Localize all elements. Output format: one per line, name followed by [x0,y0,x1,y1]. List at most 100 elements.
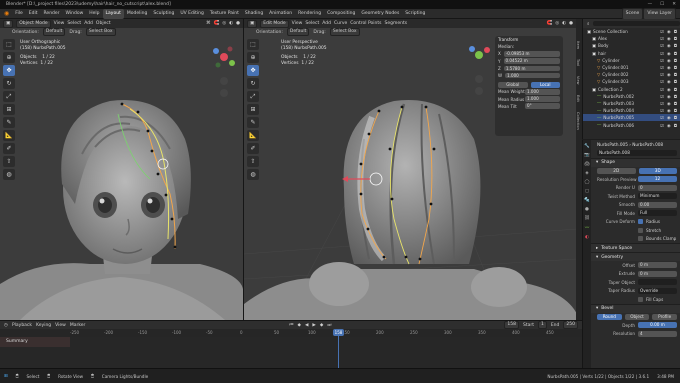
outliner-row[interactable]: 〰 NurbsPath.004 ☑ ◉ ◘ [583,107,680,114]
extrude-tool-icon[interactable]: ⇧ [3,156,15,167]
z-field[interactable]: 1.5780 m [503,65,560,72]
eye-icon[interactable]: ◉ [667,123,671,128]
smooth-field[interactable]: 0.00 [638,201,677,208]
bevel-object-toggle[interactable]: Object [624,313,650,320]
outliner-row[interactable]: ▣ Collection 2 ☑ ◉ ◘ [583,86,680,93]
radius-tool-icon[interactable]: ◍ [3,169,15,180]
draw-tool-icon[interactable]: ✐ [3,143,15,154]
playhead-frame-badge[interactable]: 158 [333,329,344,336]
dimension-2d-toggle[interactable]: 2D [597,167,636,174]
tab-item[interactable]: Item [576,41,580,49]
tab-edit[interactable]: Edit [576,95,580,102]
render-u-field[interactable]: 0 [638,184,677,191]
eye-icon[interactable]: ◉ [667,115,671,120]
camera-icon[interactable]: ◘ [674,51,677,56]
global-toggle[interactable]: Global [498,81,528,88]
eye-icon[interactable]: ◉ [667,51,671,56]
current-frame-field[interactable]: 158 [504,321,519,329]
editor-type-button-right[interactable]: ▣ [247,19,258,28]
radius-checkbox[interactable] [638,219,643,225]
outliner-row[interactable]: ▣ hair ☑ ◉ ◘ [583,50,680,57]
end-frame-field[interactable]: 250 [563,321,578,329]
tab-rendering[interactable]: Rendering [295,9,324,19]
radius-tool-icon-right[interactable]: ◍ [247,169,259,180]
radius-field[interactable]: 1.000 [525,96,560,102]
checkbox-icon[interactable]: ☑ [660,101,664,106]
outliner-row[interactable]: ▽ Cylinder.001 ☑ ◉ ◘ [583,64,680,71]
menu-select[interactable]: Select [67,21,81,26]
scale-tool-icon-right[interactable]: ⤢ [247,91,259,102]
chevron-down-icon[interactable]: ▾ [596,160,598,165]
overlay-toggle-icon-right[interactable]: ◐ [562,21,566,26]
snap-icon[interactable]: 🧲 [214,21,220,26]
menu-window[interactable]: Window [63,9,87,19]
resolution-field[interactable]: 4 [638,330,677,337]
outliner-row[interactable]: ▽ Cylinder.002 ☑ ◉ ◘ [583,71,680,78]
camera-icon[interactable]: ◘ [674,43,677,48]
annotate-tool-icon-right[interactable]: ✎ [247,117,259,128]
timeline-ruler[interactable]: -250 -200 -150 -100 -50 0 50 100 150 200 250 300 350… [0,329,582,337]
outliner-row[interactable]: ▣ Scene Collection ☑ ◉ ◘ [583,28,680,35]
transform-tool-icon[interactable]: ⊞ [3,104,15,115]
output-props-icon[interactable]: 🖨 [584,162,590,167]
timeline-editor[interactable]: ◷ Playback Keying View Marker ⏮ ◆ ◀ ▶ ◆ … [0,320,582,369]
tab-compositing[interactable]: Compositing [324,9,358,19]
menu-marker[interactable]: Marker [70,323,86,328]
orientation-dropdown-right[interactable]: Default [286,28,310,36]
eye-icon[interactable]: ◉ [667,101,671,106]
outliner-search-input[interactable] [592,21,680,26]
drag-dropdown[interactable]: Select Box [85,28,116,36]
menu-keying[interactable]: Keying [36,323,51,328]
left-3d-viewport[interactable]: ▣ Object Mode View Select Add Object ⌘ 🧲… [0,19,243,320]
tab-uv-editing[interactable]: UV Editing [177,9,206,19]
tab-geometry-nodes[interactable]: Geometry Nodes [358,9,402,19]
checkbox-icon[interactable]: ☑ [660,58,664,63]
tab-collection[interactable]: Collection [576,112,580,130]
eye-icon[interactable]: ◉ [667,87,671,92]
scale-tool-icon[interactable]: ⤢ [3,91,15,102]
orientation-dropdown[interactable]: Default [42,28,66,36]
checkbox-icon[interactable]: ☑ [660,72,664,77]
checkbox-icon[interactable]: ☑ [660,51,664,56]
overlay-toggle-icon[interactable]: ◐ [229,21,233,26]
fill-mode-dropdown[interactable]: Full [638,210,677,217]
camera-icon[interactable]: ◘ [674,58,677,63]
datablock-name-field[interactable]: NurbsPath.008 [597,150,677,157]
y-field[interactable]: 0.04522 m [503,58,560,64]
outliner-row[interactable]: ▣ Alex ☑ ◉ ◘ [583,35,680,42]
measure-tool-icon-right[interactable]: 📐 [247,130,259,141]
eye-icon[interactable]: ◉ [667,72,671,77]
menu-object[interactable]: Object [96,21,111,26]
taper-radius-dropdown[interactable]: Override [638,287,677,294]
curve-data-icon[interactable]: 〰 [585,225,590,231]
move-tool-icon[interactable]: ✥ [3,65,15,76]
tab-layout[interactable]: Layout [102,8,124,19]
tab-modeling[interactable]: Modeling [124,9,150,19]
cursor-tool-icon[interactable]: ⊕ [3,52,15,63]
outliner-row[interactable]: ▽ Cylinder.003 ☑ ◉ ◘ [583,78,680,85]
timeline-editor-icon[interactable]: ◷ [4,323,8,328]
tab-animation[interactable]: Animation [266,9,295,19]
offset-field[interactable]: 0 m [638,262,677,269]
outliner-row[interactable]: ▣ Body ☑ ◉ ◘ [583,42,680,49]
start-frame-field[interactable]: 1 [537,321,547,329]
move-tool-icon-right[interactable]: ✥ [247,65,259,76]
checkbox-icon[interactable]: ☑ [660,65,664,70]
camera-icon[interactable]: ◘ [674,101,677,106]
camera-icon[interactable]: ◘ [674,36,677,41]
w-field[interactable]: 1.000 [505,72,560,79]
menu-file[interactable]: File [12,9,26,19]
camera-icon[interactable]: ◘ [674,29,677,34]
jump-start-icon[interactable]: ⏮ [289,322,293,328]
jump-end-icon[interactable]: ⏭ [327,322,331,328]
menu-view-right[interactable]: View [292,21,303,26]
editor-type-button[interactable]: ▣ [3,19,14,28]
world-props-icon[interactable]: ◯ [584,180,589,185]
camera-icon[interactable]: ◘ [674,115,677,120]
scene-props-icon[interactable]: ◈ [585,171,588,176]
twist-method-dropdown[interactable]: Minimum [638,193,677,200]
summary-channel[interactable]: Summary [0,337,70,347]
drag-dropdown-right[interactable]: Select Box [329,28,360,36]
object-props-icon[interactable]: ▢ [585,189,589,194]
menu-curve[interactable]: Curve [334,21,347,26]
